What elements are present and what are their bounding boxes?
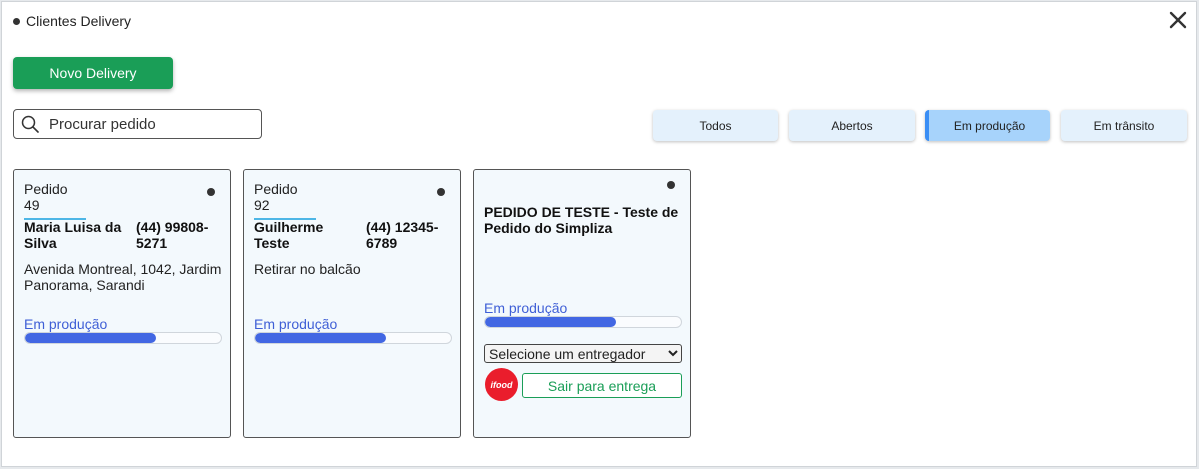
status-dot-icon — [667, 181, 675, 189]
filter-abertos-button[interactable]: Abertos — [789, 110, 915, 141]
filter-em-transito-button[interactable]: Em trânsito — [1061, 110, 1187, 141]
search-input[interactable] — [47, 114, 251, 134]
order-number: Pedido 49 — [24, 181, 86, 220]
customer-name: Maria Luisa da Silva — [24, 219, 122, 251]
progress-fill — [485, 317, 617, 327]
order-card[interactable]: Pedido 49 Maria Luisa da Silva (44) 9980… — [13, 169, 231, 438]
status-dot-icon — [437, 188, 445, 196]
customer-phone: (44) 99808-5271 — [136, 219, 209, 251]
progress-fill — [255, 333, 387, 343]
status-dot-icon — [207, 188, 215, 196]
search-box[interactable] — [13, 109, 262, 139]
customer-address: Retirar no balcão — [254, 261, 361, 277]
customer-phone: (44) 12345-6789 — [366, 219, 439, 251]
order-card[interactable]: Pedido 92 Guilherme Teste (44) 12345-678… — [243, 169, 461, 438]
title-dot-icon — [13, 17, 20, 25]
progress-bar — [484, 316, 682, 328]
progress-bar — [24, 332, 222, 344]
ifood-logo-text: ifood — [490, 379, 513, 390]
filter-todos-button[interactable]: Todos — [653, 110, 778, 141]
ifood-logo-icon: ifood — [485, 368, 518, 401]
delivery-window: Clientes Delivery Novo Delivery Todos Ab… — [1, 1, 1197, 467]
order-status: Em produção — [484, 300, 568, 316]
window-title: Clientes Delivery — [13, 13, 131, 29]
dispatch-button[interactable]: Sair para entrega — [522, 373, 682, 398]
close-icon[interactable] — [1166, 8, 1190, 32]
filter-em-producao-button[interactable]: Em produção — [925, 110, 1050, 141]
progress-bar — [254, 332, 452, 344]
customer-name: Guilherme Teste — [254, 219, 324, 251]
search-icon — [21, 115, 39, 133]
order-status: Em produção — [24, 316, 108, 332]
order-status: Em produção — [254, 316, 338, 332]
window-title-text: Clientes Delivery — [26, 13, 132, 29]
progress-fill — [25, 333, 157, 343]
order-number: Pedido 92 — [254, 181, 316, 220]
new-delivery-button[interactable]: Novo Delivery — [13, 57, 173, 89]
courier-select[interactable]: Selecione um entregador — [484, 344, 682, 363]
order-card[interactable]: PEDIDO DE TESTE - Teste de Pedido do Sim… — [473, 169, 691, 438]
customer-address: Avenida Montreal, 1042, Jardim Panorama,… — [24, 261, 222, 293]
order-title: PEDIDO DE TESTE - Teste de Pedido do Sim… — [484, 204, 679, 236]
